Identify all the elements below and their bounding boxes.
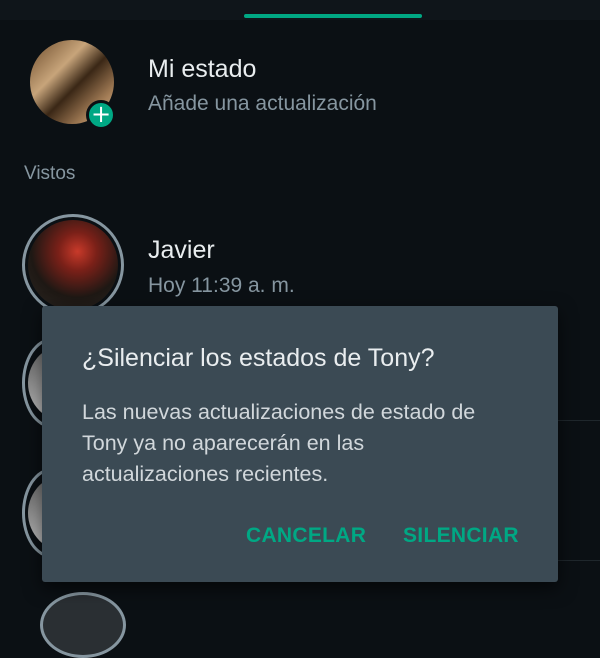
dialog-message: Las nuevas actualizaciones de estado de … — [82, 400, 476, 486]
mute-status-dialog: ¿Silenciar los estados de Tony? Las nuev… — [42, 306, 558, 582]
status-timestamp: Hoy 11:39 a. m. — [148, 274, 295, 297]
top-tab-bar — [0, 0, 600, 20]
avatar[interactable] — [40, 592, 126, 658]
my-status-title[interactable]: Mi estado — [148, 55, 256, 84]
dialog-title: ¿Silenciar los estados de Tony? — [82, 344, 435, 372]
section-label-viewed: Vistos — [24, 163, 76, 184]
avatar[interactable] — [28, 220, 118, 310]
my-status-subtitle: Añade una actualización — [148, 92, 377, 115]
mute-button[interactable]: SILENCIAR — [403, 524, 519, 548]
plus-icon[interactable]: + — [86, 100, 116, 130]
status-contact-name[interactable]: Javier — [148, 236, 215, 265]
active-tab-indicator — [244, 14, 422, 18]
cancel-button[interactable]: CANCELAR — [246, 524, 366, 548]
